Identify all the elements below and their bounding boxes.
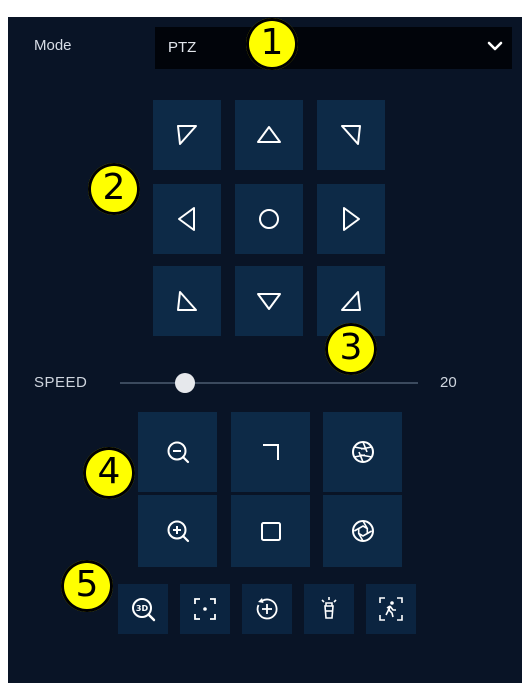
speed-slider-track[interactable] — [120, 382, 418, 384]
iris-close-icon — [350, 439, 376, 465]
callout-1: 1 — [246, 18, 298, 70]
pan-up-button[interactable] — [235, 100, 303, 170]
pan-up-left-button[interactable] — [153, 100, 221, 170]
speed-value: 20 — [440, 374, 457, 391]
svg-text:3D: 3D — [136, 604, 149, 613]
callout-3: 3 — [325, 323, 377, 375]
3d-zoom-icon: 3D — [129, 595, 157, 623]
mode-select-value: PTZ — [168, 39, 197, 56]
focus-near-button[interactable] — [231, 412, 310, 492]
speed-label: SPEED — [34, 374, 88, 391]
center-focus-button[interactable] — [180, 584, 230, 634]
pan-up-right-button[interactable] — [317, 100, 385, 170]
auto-tracking-icon — [378, 596, 404, 622]
up-arrow-icon — [256, 124, 282, 146]
focus-far-button[interactable] — [231, 495, 310, 567]
zoom-out-button[interactable] — [138, 412, 217, 492]
down-arrow-icon — [256, 290, 282, 312]
preset-icon — [254, 596, 280, 622]
iris-close-button[interactable] — [323, 412, 402, 492]
up-right-arrow-icon — [339, 123, 363, 147]
callout-4: 4 — [83, 447, 135, 499]
focus-far-icon — [259, 519, 283, 543]
chevron-down-icon[interactable] — [486, 37, 504, 55]
auto-tracking-button[interactable] — [366, 584, 416, 634]
speed-slider-handle[interactable] — [175, 373, 195, 393]
down-right-arrow-icon — [339, 289, 363, 313]
iris-open-button[interactable] — [323, 495, 402, 567]
3d-zoom-button[interactable]: 3D — [118, 584, 168, 634]
pan-right-button[interactable] — [317, 184, 385, 254]
callout-2: 2 — [88, 163, 140, 215]
up-left-arrow-icon — [175, 123, 199, 147]
mode-select[interactable] — [155, 27, 512, 69]
pan-down-button[interactable] — [235, 266, 303, 336]
home-circle-icon — [257, 207, 281, 231]
mode-label: Mode — [34, 37, 72, 54]
focus-near-icon — [259, 440, 283, 464]
home-button[interactable] — [235, 184, 303, 254]
pan-down-left-button[interactable] — [153, 266, 221, 336]
light-icon — [316, 596, 342, 622]
left-arrow-icon — [176, 206, 198, 232]
center-focus-icon — [193, 597, 217, 621]
iris-open-icon — [350, 518, 376, 544]
zoom-out-icon — [165, 439, 191, 465]
preset-button[interactable] — [242, 584, 292, 634]
pan-left-button[interactable] — [153, 184, 221, 254]
zoom-in-icon — [165, 518, 191, 544]
down-left-arrow-icon — [175, 289, 199, 313]
zoom-in-button[interactable] — [138, 495, 217, 567]
callout-5: 5 — [61, 560, 113, 612]
right-arrow-icon — [340, 206, 362, 232]
light-button[interactable] — [304, 584, 354, 634]
